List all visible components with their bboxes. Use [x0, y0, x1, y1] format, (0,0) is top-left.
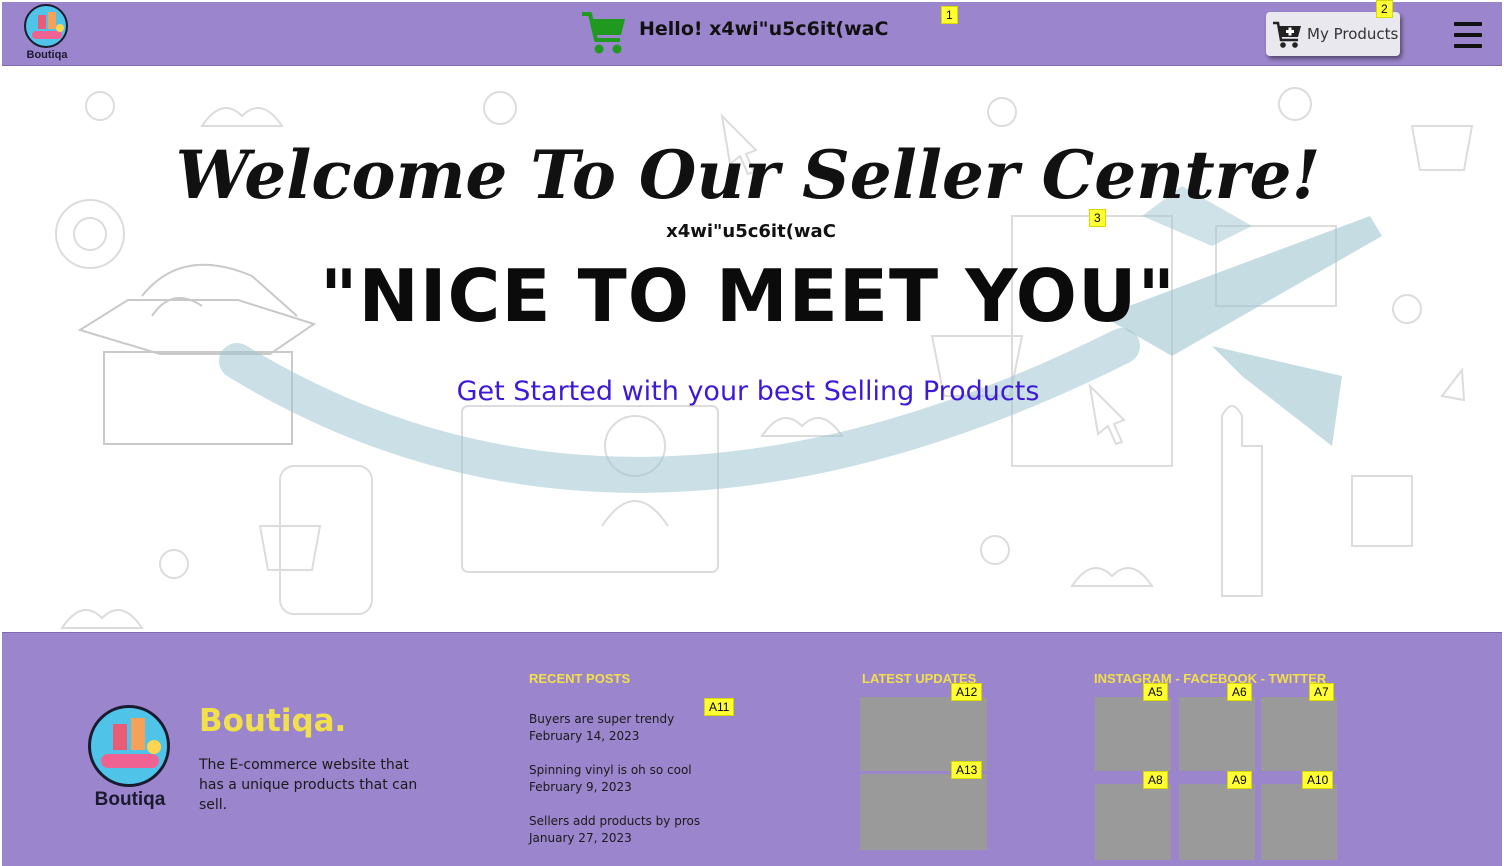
post-date: February 9, 2023: [529, 780, 632, 794]
logo-text: Boutiqa: [26, 49, 68, 61]
marker-a12: A12: [951, 683, 983, 701]
footer-brand-name: Boutiqa.: [199, 703, 347, 739]
social-image[interactable]: [1179, 697, 1255, 771]
marker-a5: A5: [1143, 683, 1168, 701]
post-date: February 14, 2023: [529, 729, 640, 743]
marker-a8: A8: [1143, 771, 1168, 789]
recent-post-item[interactable]: Sellers add products by pros January 27,…: [529, 813, 700, 847]
social-image[interactable]: [1095, 784, 1171, 860]
footer-logo[interactable]: Boutiqa: [86, 705, 174, 815]
recent-post-item[interactable]: Buyers are super trendy February 14, 202…: [529, 711, 674, 745]
marker-a7: A7: [1309, 683, 1334, 701]
marker-1: 1: [941, 6, 958, 24]
welcome-heading: Welcome To Our Seller Centre!: [175, 136, 1321, 214]
post-date: January 27, 2023: [529, 831, 632, 845]
marker-a9: A9: [1227, 771, 1252, 789]
post-title: Spinning vinyl is oh so cool: [529, 763, 692, 777]
top-navbar: Boutiqa Hello! x4wi"u5c6it(waC My Produc…: [2, 2, 1502, 66]
hero-username: x4wi"u5c6it(waC: [666, 221, 836, 242]
latest-update-image[interactable]: [860, 697, 987, 771]
post-title: Buyers are super trendy: [529, 712, 675, 726]
my-products-button[interactable]: My Products: [1266, 12, 1400, 56]
marker-2: 2: [1376, 0, 1393, 18]
page: Boutiqa Hello! x4wi"u5c6it(waC My Produc…: [0, 0, 1504, 866]
latest-update-image[interactable]: [860, 774, 987, 850]
social-image[interactable]: [1261, 784, 1337, 860]
menu-icon[interactable]: [1454, 22, 1482, 48]
marker-a6: A6: [1227, 683, 1252, 701]
nice-to-meet-you-heading: "NICE TO MEET YOU": [320, 254, 1176, 338]
logo-emblem-icon: [24, 4, 68, 48]
footer: Boutiqa Boutiqa. The E-commerce website …: [2, 632, 1502, 866]
add-to-cart-icon: [1273, 21, 1301, 48]
recent-post-item[interactable]: Spinning vinyl is oh so cool February 9,…: [529, 762, 692, 796]
boutiqa-logo[interactable]: Boutiqa: [22, 4, 72, 62]
get-started-subtitle[interactable]: Get Started with your best Selling Produ…: [2, 376, 1494, 407]
social-image[interactable]: [1179, 784, 1255, 860]
hero-section: Welcome To Our Seller Centre! x4wi"u5c6i…: [2, 66, 1502, 632]
social-title: INSTAGRAM - FACEBOOK - TWITTER: [1094, 671, 1327, 686]
marker-a13: A13: [951, 761, 983, 779]
recent-posts-title: RECENT POSTS: [529, 671, 631, 686]
footer-logo-text: Boutiqa: [94, 789, 166, 810]
marker-a11: A11: [704, 698, 735, 716]
social-image[interactable]: [1095, 697, 1171, 771]
footer-brand-description: The E-commerce website that has a unique…: [199, 757, 418, 813]
my-products-label: My Products: [1307, 25, 1399, 43]
post-title: Sellers add products by pros: [529, 814, 701, 828]
shopping-cart-icon[interactable]: [580, 10, 628, 56]
social-image[interactable]: [1261, 697, 1337, 771]
footer-logo-emblem-icon: [88, 705, 170, 787]
greeting-text: Hello! x4wi"u5c6it(waC: [639, 18, 889, 40]
marker-3: 3: [1089, 209, 1106, 227]
marker-a10: A10: [1302, 771, 1334, 789]
